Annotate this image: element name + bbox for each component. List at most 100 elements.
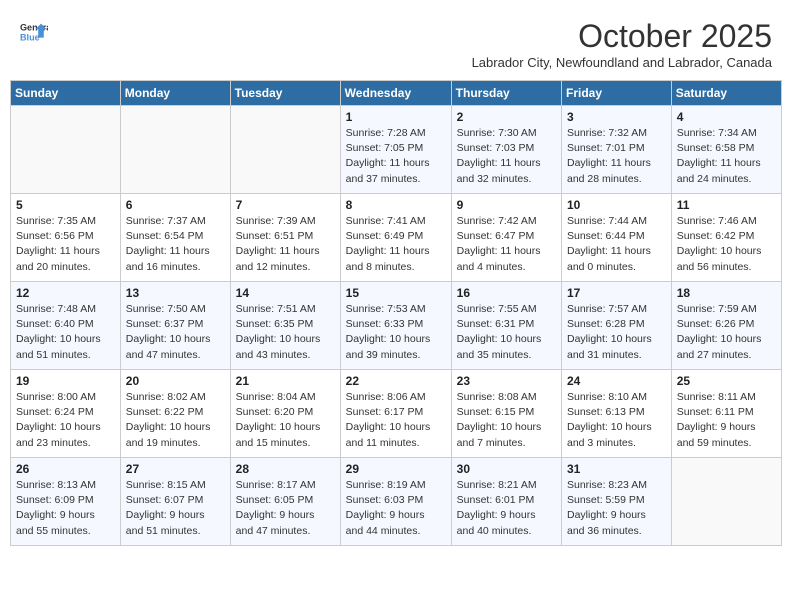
- day-number: 24: [567, 374, 666, 388]
- day-number: 15: [346, 286, 446, 300]
- day-number: 6: [126, 198, 225, 212]
- calendar-week-row: 12Sunrise: 7:48 AM Sunset: 6:40 PM Dayli…: [11, 282, 782, 370]
- day-number: 7: [236, 198, 335, 212]
- location-subtitle: Labrador City, Newfoundland and Labrador…: [472, 55, 772, 70]
- day-info: Sunrise: 7:42 AM Sunset: 6:47 PM Dayligh…: [457, 214, 556, 275]
- calendar-cell: 26 Sunrise: 8:13 AM Sunset: 6:09 PM Dayli…: [11, 458, 121, 546]
- day-number: 5: [16, 198, 115, 212]
- day-info: Sunrise: 7:50 AM Sunset: 6:37 PM Dayligh…: [126, 302, 225, 363]
- day-number: 27: [126, 462, 225, 476]
- title-block: October 2025 Labrador City, Newfoundland…: [472, 18, 772, 70]
- day-number: 23: [457, 374, 556, 388]
- day-number: 10: [567, 198, 666, 212]
- day-number: 20: [126, 374, 225, 388]
- calendar-cell: 8 Sunrise: 7:41 AM Sunset: 6:49 PM Daylig…: [340, 194, 451, 282]
- day-info: Sunrise: 7:32 AM Sunset: 7:01 PM Dayligh…: [567, 126, 666, 187]
- day-info: Sunrise: 7:28 AM Sunset: 7:05 PM Dayligh…: [346, 126, 446, 187]
- day-info: Sunrise: 8:19 AM Sunset: 6:03 PM Dayligh…: [346, 478, 446, 539]
- day-number: 12: [16, 286, 115, 300]
- day-number: 21: [236, 374, 335, 388]
- calendar-week-row: 5 Sunrise: 7:35 AM Sunset: 6:56 PM Daylig…: [11, 194, 782, 282]
- calendar-cell: 15 Sunrise: 7:53 AM Sunset: 6:33 PM Dayli…: [340, 282, 451, 370]
- day-number: 11: [677, 198, 776, 212]
- day-info: Sunrise: 8:13 AM Sunset: 6:09 PM Dayligh…: [16, 478, 115, 539]
- weekday-header: Tuesday: [230, 81, 340, 106]
- calendar-cell: [671, 458, 781, 546]
- calendar-table: SundayMondayTuesdayWednesdayThursdayFrid…: [10, 80, 782, 546]
- day-info: Sunrise: 8:23 AM Sunset: 5:59 PM Dayligh…: [567, 478, 666, 539]
- calendar-cell: 23 Sunrise: 8:08 AM Sunset: 6:15 PM Dayli…: [451, 370, 561, 458]
- calendar-cell: 4 Sunrise: 7:34 AM Sunset: 6:58 PM Daylig…: [671, 106, 781, 194]
- calendar-cell: 13Sunrise: 7:50 AM Sunset: 6:37 PM Dayli…: [120, 282, 230, 370]
- calendar-cell: 24Sunrise: 8:10 AM Sunset: 6:13 PM Dayli…: [562, 370, 672, 458]
- day-number: 8: [346, 198, 446, 212]
- day-info: Sunrise: 8:21 AM Sunset: 6:01 PM Dayligh…: [457, 478, 556, 539]
- calendar-cell: 6 Sunrise: 7:37 AM Sunset: 6:54 PM Daylig…: [120, 194, 230, 282]
- day-number: 4: [677, 110, 776, 124]
- day-info: Sunrise: 7:59 AM Sunset: 6:26 PM Dayligh…: [677, 302, 776, 363]
- day-info: Sunrise: 7:34 AM Sunset: 6:58 PM Dayligh…: [677, 126, 776, 187]
- day-number: 9: [457, 198, 556, 212]
- day-number: 3: [567, 110, 666, 124]
- day-info: Sunrise: 7:44 AM Sunset: 6:44 PM Dayligh…: [567, 214, 666, 275]
- day-number: 29: [346, 462, 446, 476]
- day-number: 25: [677, 374, 776, 388]
- day-number: 18: [677, 286, 776, 300]
- day-info: Sunrise: 7:55 AM Sunset: 6:31 PM Dayligh…: [457, 302, 556, 363]
- weekday-header: Friday: [562, 81, 672, 106]
- calendar-cell: 11 Sunrise: 7:46 AM Sunset: 6:42 PM Dayli…: [671, 194, 781, 282]
- calendar-week-row: 26 Sunrise: 8:13 AM Sunset: 6:09 PM Dayli…: [11, 458, 782, 546]
- calendar-cell: [230, 106, 340, 194]
- page-header: General Blue October 2025 Labrador City,…: [10, 10, 782, 74]
- day-number: 30: [457, 462, 556, 476]
- calendar-cell: 28 Sunrise: 8:17 AM Sunset: 6:05 PM Dayli…: [230, 458, 340, 546]
- calendar-cell: 20 Sunrise: 8:02 AM Sunset: 6:22 PM Dayli…: [120, 370, 230, 458]
- weekday-header: Thursday: [451, 81, 561, 106]
- day-number: 22: [346, 374, 446, 388]
- day-info: Sunrise: 8:15 AM Sunset: 6:07 PM Dayligh…: [126, 478, 225, 539]
- day-info: Sunrise: 7:46 AM Sunset: 6:42 PM Dayligh…: [677, 214, 776, 275]
- weekday-header-row: SundayMondayTuesdayWednesdayThursdayFrid…: [11, 81, 782, 106]
- day-info: Sunrise: 7:37 AM Sunset: 6:54 PM Dayligh…: [126, 214, 225, 275]
- calendar-cell: [11, 106, 121, 194]
- day-info: Sunrise: 7:35 AM Sunset: 6:56 PM Dayligh…: [16, 214, 115, 275]
- calendar-cell: 16 Sunrise: 7:55 AM Sunset: 6:31 PM Dayli…: [451, 282, 561, 370]
- calendar-cell: 10 Sunrise: 7:44 AM Sunset: 6:44 PM Dayli…: [562, 194, 672, 282]
- day-number: 2: [457, 110, 556, 124]
- calendar-cell: 30 Sunrise: 8:21 AM Sunset: 6:01 PM Dayli…: [451, 458, 561, 546]
- calendar-week-row: 19 Sunrise: 8:00 AM Sunset: 6:24 PM Dayli…: [11, 370, 782, 458]
- calendar-cell: 19 Sunrise: 8:00 AM Sunset: 6:24 PM Dayli…: [11, 370, 121, 458]
- day-number: 17: [567, 286, 666, 300]
- weekday-header: Monday: [120, 81, 230, 106]
- calendar-cell: 3 Sunrise: 7:32 AM Sunset: 7:01 PM Daylig…: [562, 106, 672, 194]
- calendar-cell: 29 Sunrise: 8:19 AM Sunset: 6:03 PM Dayli…: [340, 458, 451, 546]
- calendar-cell: 12Sunrise: 7:48 AM Sunset: 6:40 PM Dayli…: [11, 282, 121, 370]
- day-info: Sunrise: 7:41 AM Sunset: 6:49 PM Dayligh…: [346, 214, 446, 275]
- logo: General Blue: [20, 18, 48, 46]
- calendar-cell: 9 Sunrise: 7:42 AM Sunset: 6:47 PM Daylig…: [451, 194, 561, 282]
- day-info: Sunrise: 8:08 AM Sunset: 6:15 PM Dayligh…: [457, 390, 556, 451]
- day-number: 28: [236, 462, 335, 476]
- calendar-cell: 21 Sunrise: 8:04 AM Sunset: 6:20 PM Dayli…: [230, 370, 340, 458]
- calendar-cell: 1Sunrise: 7:28 AM Sunset: 7:05 PM Daylig…: [340, 106, 451, 194]
- logo-icon: General Blue: [20, 18, 48, 46]
- day-info: Sunrise: 8:06 AM Sunset: 6:17 PM Dayligh…: [346, 390, 446, 451]
- day-info: Sunrise: 8:17 AM Sunset: 6:05 PM Dayligh…: [236, 478, 335, 539]
- day-info: Sunrise: 8:02 AM Sunset: 6:22 PM Dayligh…: [126, 390, 225, 451]
- day-number: 19: [16, 374, 115, 388]
- day-info: Sunrise: 8:00 AM Sunset: 6:24 PM Dayligh…: [16, 390, 115, 451]
- day-info: Sunrise: 7:53 AM Sunset: 6:33 PM Dayligh…: [346, 302, 446, 363]
- svg-text:Blue: Blue: [20, 32, 40, 42]
- calendar-cell: 5 Sunrise: 7:35 AM Sunset: 6:56 PM Daylig…: [11, 194, 121, 282]
- weekday-header: Sunday: [11, 81, 121, 106]
- calendar-cell: 17Sunrise: 7:57 AM Sunset: 6:28 PM Dayli…: [562, 282, 672, 370]
- calendar-cell: 18 Sunrise: 7:59 AM Sunset: 6:26 PM Dayli…: [671, 282, 781, 370]
- calendar-cell: 27 Sunrise: 8:15 AM Sunset: 6:07 PM Dayli…: [120, 458, 230, 546]
- day-info: Sunrise: 8:04 AM Sunset: 6:20 PM Dayligh…: [236, 390, 335, 451]
- day-number: 26: [16, 462, 115, 476]
- day-number: 16: [457, 286, 556, 300]
- day-info: Sunrise: 7:30 AM Sunset: 7:03 PM Dayligh…: [457, 126, 556, 187]
- calendar-cell: 14Sunrise: 7:51 AM Sunset: 6:35 PM Dayli…: [230, 282, 340, 370]
- calendar-cell: 22 Sunrise: 8:06 AM Sunset: 6:17 PM Dayli…: [340, 370, 451, 458]
- calendar-cell: 31Sunrise: 8:23 AM Sunset: 5:59 PM Dayli…: [562, 458, 672, 546]
